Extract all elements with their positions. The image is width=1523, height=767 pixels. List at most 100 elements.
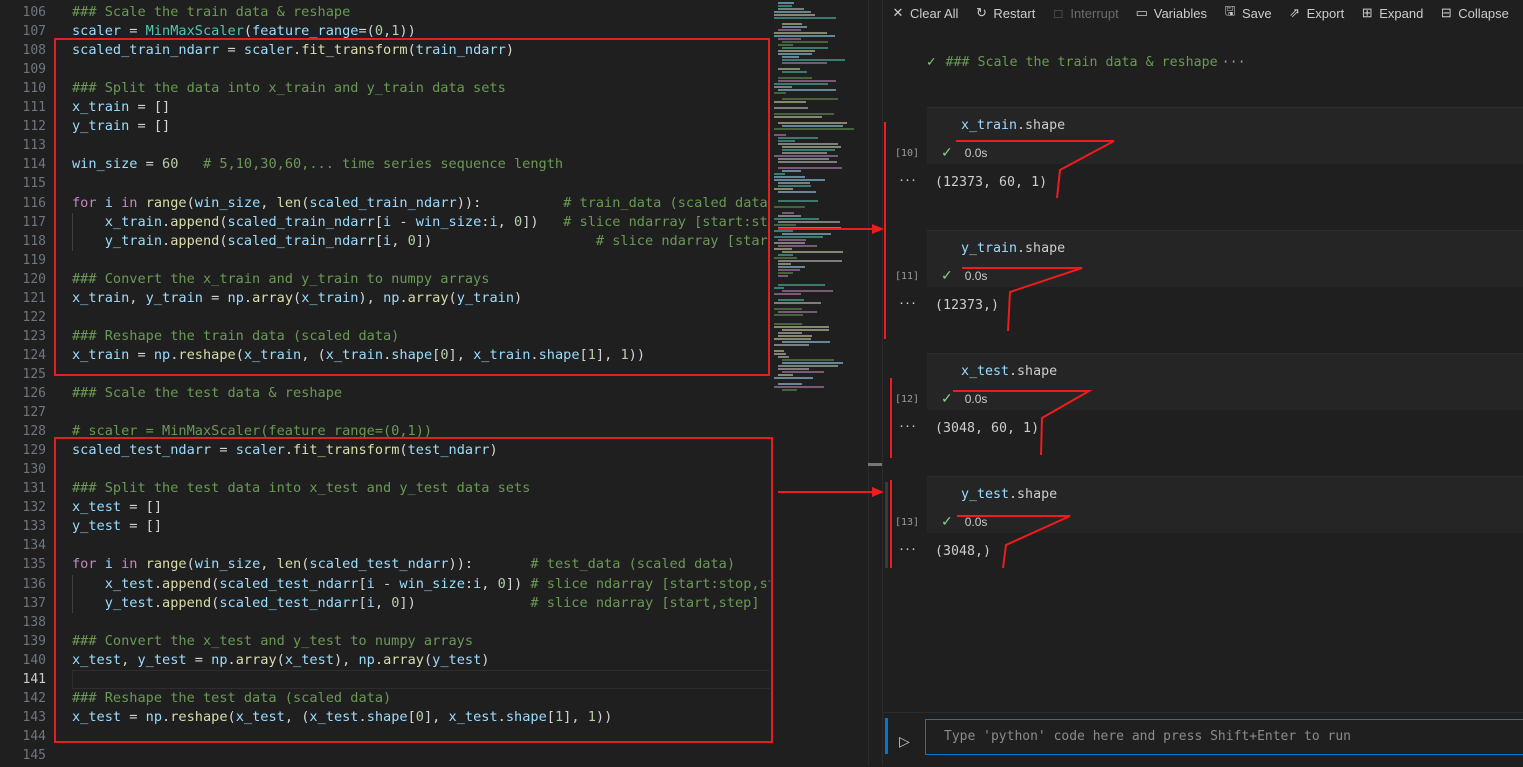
line-number: 112: [22, 119, 46, 135]
minimap-line: [778, 200, 819, 202]
line-number: 143: [22, 709, 46, 725]
line-number: 117: [22, 214, 46, 230]
minimap-line: [774, 257, 798, 259]
line-number: 135: [22, 557, 46, 573]
minimap-line: [774, 386, 824, 388]
line-number: 144: [22, 728, 46, 744]
restart-label: Restart: [993, 5, 1036, 21]
minimap-line: [774, 86, 793, 88]
collapse-label: Collapse: [1458, 5, 1509, 21]
minimap-line: [782, 371, 824, 373]
minimap-line: [774, 188, 793, 190]
scrollbar-thumb[interactable]: [868, 463, 882, 466]
minimap-line: [778, 50, 816, 52]
minimap-line: [774, 17, 836, 19]
expand-button[interactable]: ⊞ Expand: [1352, 5, 1431, 21]
code-line[interactable]: 126 ### Scale the test data & reshape: [0, 384, 770, 403]
minimap-line: [778, 80, 836, 82]
cell-source-var: x_test: [961, 364, 1010, 379]
minimap-line: [778, 335, 812, 337]
interactive-cell[interactable]: y_test.shape ✓ 0.0s: [927, 476, 1523, 533]
minimap-line: [782, 233, 831, 235]
minimap-line: [774, 83, 828, 85]
minimap-line: [774, 107, 808, 109]
minimap-line: [774, 176, 806, 178]
editor-scrollbar[interactable]: [868, 0, 883, 766]
output-more-button[interactable]: ···: [899, 417, 917, 434]
collapse-button[interactable]: ⊟ Collapse: [1431, 5, 1517, 21]
cell-source[interactable]: x_train.shape: [961, 118, 1065, 133]
output-more-button[interactable]: ···: [899, 171, 917, 188]
interactive-cell[interactable]: x_train.shape ✓ 0.0s: [927, 107, 1523, 164]
run-icon[interactable]: ▷: [899, 733, 910, 750]
cell-status: ✓ 0.0s: [941, 513, 987, 530]
minimap-line: [782, 362, 844, 364]
cell-focus-bar: [885, 482, 888, 568]
cell-source[interactable]: y_test.shape: [961, 487, 1057, 502]
cell-duration: 0.0s: [964, 514, 988, 529]
line-number: 130: [22, 462, 46, 478]
minimap-line: [774, 287, 785, 289]
minimap-line: [774, 248, 792, 250]
interrupt-button[interactable]: □ Interrupt: [1043, 6, 1126, 21]
output-more-button[interactable]: ···: [899, 540, 917, 557]
minimap-line: [778, 38, 801, 40]
minimap-line: [774, 326, 829, 328]
code-text: ### Scale the train data & reshape: [72, 4, 351, 20]
cell-source[interactable]: x_test.shape: [961, 364, 1057, 379]
minimap-line: [782, 98, 839, 100]
variables-button[interactable]: ▭ Variables: [1127, 5, 1215, 21]
export-button[interactable]: ⇗ Export: [1280, 5, 1353, 21]
minimap-line: [774, 101, 807, 103]
minimap-line: [774, 338, 812, 340]
minimap-line: [782, 251, 843, 253]
line-number: 107: [22, 24, 46, 40]
line-number: 120: [22, 271, 46, 287]
minimap-line: [782, 56, 800, 58]
code-line[interactable]: 127: [0, 403, 770, 422]
minimap-line: [778, 245, 817, 247]
line-number: 131: [22, 481, 46, 497]
annotation-box-test: [54, 437, 773, 743]
cell-status: ✓ 0.0s: [941, 267, 987, 284]
clear-all-button[interactable]: ✕ Clear All: [883, 5, 966, 21]
minimap[interactable]: [770, 0, 868, 766]
output-more-button[interactable]: ···: [899, 294, 917, 311]
minimap-line: [778, 356, 789, 358]
minimap-line: [782, 359, 835, 361]
minimap-line: [774, 230, 793, 232]
minimap-line: [774, 92, 787, 94]
restart-button[interactable]: ↻ Restart: [966, 5, 1043, 21]
minimap-line: [774, 173, 786, 175]
interactive-cell[interactable]: y_train.shape ✓ 0.0s: [927, 230, 1523, 287]
annotation-box-train: [54, 38, 770, 376]
collapsed-cell-header[interactable]: ✓ ### Scale the train data & reshape ···: [927, 47, 1246, 77]
code-input[interactable]: Type 'python' code here and press Shift+…: [925, 719, 1523, 755]
minimap-line: [778, 89, 836, 91]
minimap-line: [774, 350, 784, 352]
line-number: 138: [22, 614, 46, 630]
minimap-line: [778, 167, 843, 169]
minimap-line: [778, 365, 838, 367]
line-number: 122: [22, 309, 46, 325]
minimap-line: [778, 140, 795, 142]
interactive-cell[interactable]: x_test.shape ✓ 0.0s: [927, 353, 1523, 410]
line-number: 128: [22, 424, 46, 440]
cell-source-attr: .shape: [1017, 241, 1066, 256]
minimap-line: [774, 353, 786, 355]
check-icon: ✓: [941, 390, 953, 406]
minimap-line: [778, 161, 837, 163]
minimap-line: [774, 116, 823, 118]
cell-source[interactable]: y_train.shape: [961, 241, 1065, 256]
line-number: 129: [22, 443, 46, 459]
minimap-line: [778, 44, 793, 46]
input-bar: ▷ Type 'python' code here and press Shif…: [883, 712, 1523, 767]
save-button[interactable]: 🖫 Save: [1215, 2, 1280, 24]
interactive-window: ✕ Clear All ↻ Restart □ Interrupt ▭ Variable…: [882, 0, 1523, 766]
minimap-line: [782, 59, 846, 61]
code-line[interactable]: 106 ### Scale the train data & reshape: [0, 3, 770, 22]
minimap-line: [778, 5, 793, 7]
line-number: 127: [22, 405, 46, 421]
code-line[interactable]: 145: [0, 746, 770, 765]
export-label: Export: [1306, 5, 1345, 21]
